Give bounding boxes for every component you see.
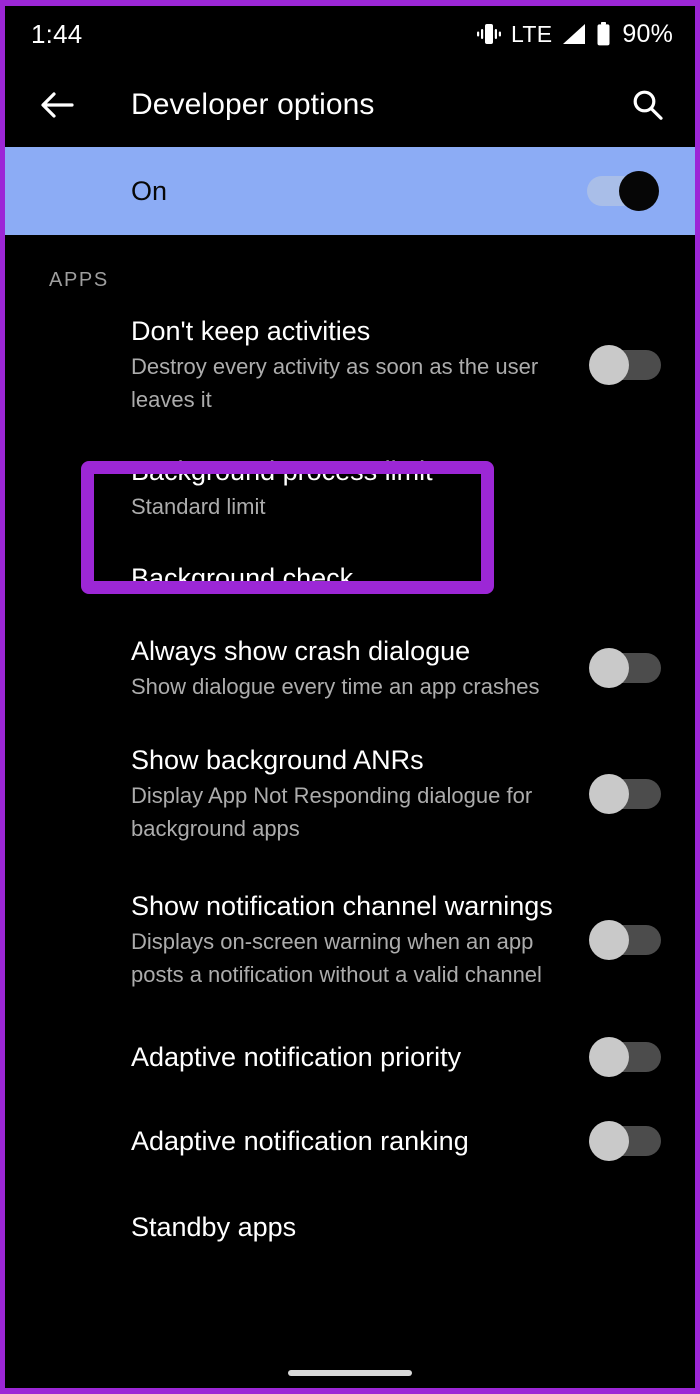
status-clock: 1:44 <box>31 18 83 49</box>
list-item-text: Background process limit Standard limit <box>131 454 661 524</box>
search-icon <box>629 87 665 123</box>
network-type-label: LTE <box>510 20 553 47</box>
list-item-summary: Standard limit <box>131 494 266 520</box>
list-item-show-notification-channel-warnings[interactable]: Show notification channel warnings Displ… <box>5 865 695 1015</box>
list-item-title: Background process limit <box>131 456 433 487</box>
list-item-control <box>589 648 661 689</box>
switch-thumb <box>589 774 629 815</box>
list-item-text: Show background ANRs Display App Not Res… <box>131 743 591 845</box>
list-item-text: Background check <box>131 561 661 595</box>
list-item-background-process-limit[interactable]: Background process limit Standard limit <box>5 436 695 542</box>
vibrate-icon <box>476 23 502 45</box>
list-item-adaptive-notification-priority[interactable]: Adaptive notification priority <box>5 1015 695 1099</box>
list-item-standby-apps[interactable]: Standby apps <box>5 1183 695 1255</box>
list-item-control <box>589 345 661 386</box>
list-item-title: Don't keep activities <box>131 316 371 346</box>
switch-thumb <box>589 345 629 386</box>
developer-options-master-toggle-row[interactable]: On <box>5 147 695 235</box>
list-item-text: Standby apps <box>131 1210 661 1244</box>
toggle-show-background-anrs[interactable] <box>589 774 661 815</box>
switch-thumb <box>619 171 659 211</box>
toggle-show-notification-channel-warnings[interactable] <box>589 920 661 961</box>
toggle-adaptive-notification-priority[interactable] <box>589 1037 661 1078</box>
list-item-control <box>589 1121 661 1162</box>
list-item-background-check[interactable]: Background check <box>5 542 695 614</box>
list-item-title: Standby apps <box>131 1212 297 1243</box>
master-toggle-switch[interactable] <box>587 171 659 211</box>
list-item-always-show-crash-dialogue[interactable]: Always show crash dialogue Show dialogue… <box>5 614 695 724</box>
list-item-summary: Destroy every activity as soon as the us… <box>131 354 539 412</box>
app-bar: Developer options <box>5 62 695 147</box>
toggle-always-show-crash-dialogue[interactable] <box>589 648 661 689</box>
back-button[interactable] <box>33 81 81 129</box>
list-item-summary: Displays on-screen warning when an app p… <box>131 929 542 987</box>
list-item-show-background-anrs[interactable]: Show background ANRs Display App Not Res… <box>5 723 695 865</box>
status-icons: LTE 90% <box>476 20 673 49</box>
switch-thumb <box>589 648 629 689</box>
status-bar: 1:44 LTE 90% <box>5 6 695 62</box>
section-header-apps: APPS <box>49 269 109 291</box>
list-item-text: Adaptive notification ranking <box>131 1124 591 1158</box>
list-item-dont-keep-activities[interactable]: Don't keep activities Destroy every acti… <box>5 292 695 436</box>
list-item-text: Always show crash dialogue Show dialogue… <box>131 634 591 704</box>
page-title: Developer options <box>131 87 375 121</box>
switch-thumb <box>589 920 629 961</box>
list-item-text: Don't keep activities Destroy every acti… <box>131 314 591 416</box>
master-toggle-label: On <box>131 175 168 206</box>
list-item-control <box>589 920 661 961</box>
home-indicator[interactable] <box>288 1370 412 1376</box>
list-item-title: Adaptive notification ranking <box>131 1126 469 1157</box>
list-item-summary: Show dialogue every time an app crashes <box>131 673 540 699</box>
back-arrow-icon <box>39 89 75 121</box>
list-item-control <box>589 1037 661 1078</box>
list-item-text: Adaptive notification priority <box>131 1040 591 1074</box>
phone-screen: 1:44 LTE 90% Developer options On APPS D… <box>0 0 700 1394</box>
battery-percent-label: 90% <box>622 19 673 48</box>
list-item-title: Always show crash dialogue <box>131 635 471 666</box>
list-item-adaptive-notification-ranking[interactable]: Adaptive notification ranking <box>5 1099 695 1183</box>
battery-icon <box>596 22 611 46</box>
list-item-title: Adaptive notification priority <box>131 1042 462 1073</box>
list-item-control <box>589 774 661 815</box>
list-item-title: Show background ANRs <box>131 745 424 776</box>
signal-bars-icon <box>561 23 587 45</box>
list-item-text: Show notification channel warnings Displ… <box>131 889 591 991</box>
toggle-adaptive-notification-ranking[interactable] <box>589 1121 661 1162</box>
list-item-title: Show notification channel warnings <box>131 891 553 922</box>
toggle-dont-keep-activities[interactable] <box>589 345 661 386</box>
switch-thumb <box>589 1121 629 1162</box>
list-item-title: Background check <box>131 562 354 593</box>
list-item-summary: Display App Not Responding dialogue for … <box>131 783 533 841</box>
settings-list: APPS Don't keep activities Destroy every… <box>5 235 695 1256</box>
switch-thumb <box>589 1037 629 1078</box>
search-button[interactable] <box>623 81 671 129</box>
